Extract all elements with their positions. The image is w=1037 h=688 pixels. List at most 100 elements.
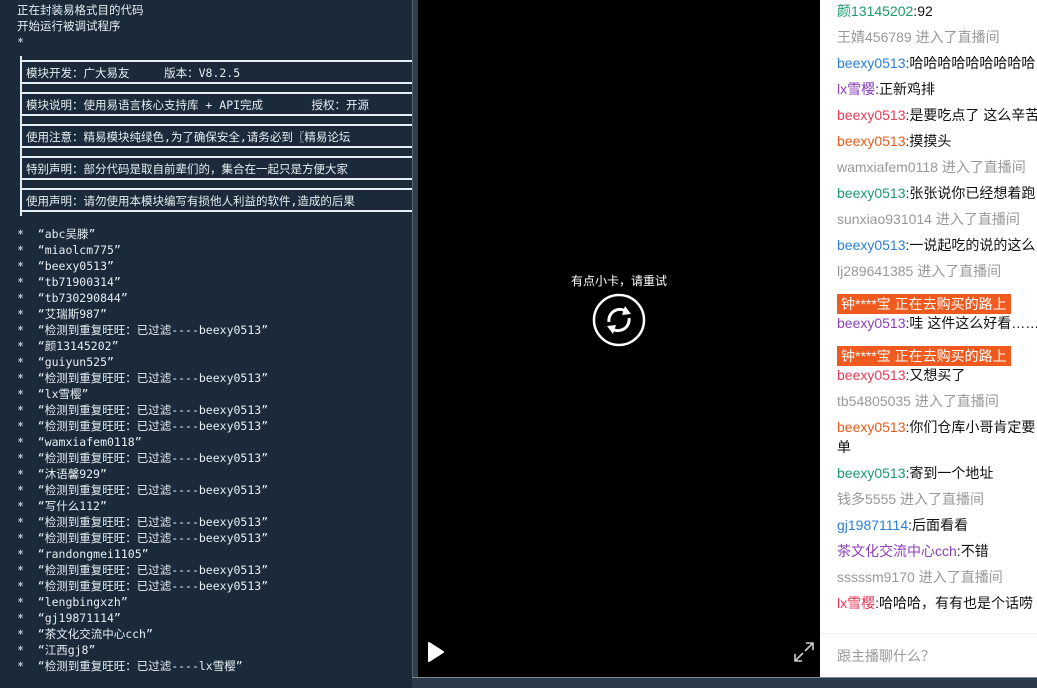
purchase-notice: 钟****宝 正在去购买的路上: [837, 346, 1011, 366]
chat-username[interactable]: 茶文化交流中心cch: [837, 543, 957, 559]
console-info-box: 使用注意：精易模块纯绿色,为了确保安全,请务必到〖精易论坛: [20, 124, 412, 148]
console-log-line: * “检测到重复旺旺：已过滤----beexy0513”: [17, 563, 269, 577]
console-log-line: * “randongmei1105”: [17, 547, 149, 561]
console-header-line: 正在封装易格式目的代码: [17, 3, 144, 17]
chat-username[interactable]: lx雪樱: [837, 595, 875, 611]
console-log-line: * “检测到重复旺旺：已过滤----beexy0513”: [17, 483, 269, 497]
chat-username[interactable]: tb54805035: [837, 393, 911, 409]
chat-message: lj289641385 进入了直播间: [837, 261, 1037, 281]
chat-panel: 颜13145202:92 王婧456789 进入了直播间 beexy0513:哈哈哈…: [820, 0, 1037, 677]
chat-text: 后面看看: [912, 517, 968, 533]
play-icon[interactable]: [426, 640, 446, 664]
console-log-line: * “wamxiafem0118”: [17, 435, 142, 449]
chat-message: sssssm9170 进入了直播间: [837, 567, 1037, 587]
chat-text: 正新鸡排: [879, 81, 936, 97]
console-log-line: * “写什么112”: [17, 499, 107, 513]
chat-text: 进入了直播间: [914, 393, 999, 409]
reload-icon[interactable]: [591, 292, 647, 348]
chat-username[interactable]: sssssm9170: [837, 569, 915, 585]
chat-message: beexy0513:是要吃点了 这么辛苦: [837, 105, 1037, 125]
chat-username[interactable]: beexy0513: [837, 419, 906, 435]
console-log-line: * “gj19871114”: [17, 611, 121, 625]
chat-text: 进入了直播间: [915, 29, 1000, 45]
chat-username[interactable]: beexy0513: [837, 55, 906, 71]
console-log-line: * “lengbingxzh”: [17, 595, 128, 609]
stall-message: 有点小卡，请重试: [570, 274, 667, 288]
console-info-box: 使用声明：请勿使用本模块编写有损他人利益的软件,造成的后果: [20, 188, 412, 212]
chat-username[interactable]: beexy0513: [837, 367, 906, 383]
debug-console: 正在封装易格式目的代码 开始运行被调试程序 * 模块开发：广大易友 版本：V8.2.5…: [0, 0, 412, 688]
console-info-box: 模块开发：广大易友 版本：V8.2.5: [20, 60, 412, 84]
chat-message: beexy0513:你们仓库小哥肯定要单: [837, 417, 1037, 457]
chat-text: 又想买了: [909, 367, 966, 383]
chat-text: 进入了直播间: [918, 569, 1003, 585]
chat-username[interactable]: 钱多5555: [837, 491, 896, 507]
chat-message: beexy0513:摸摸头: [837, 131, 1037, 151]
chat-message: beexy0513:又想买了: [837, 365, 1037, 385]
chat-text: 一说起吃的说的这么: [909, 237, 1036, 253]
chat-input[interactable]: 跟主播聊什么？: [837, 646, 935, 666]
console-log-line: * “艾瑞斯987”: [17, 307, 107, 321]
chat-message: gj19871114:后面看看: [837, 515, 1037, 535]
console-info-text: 模块说明：使用易语言核心支持库 + API完成 授权：开源: [26, 98, 370, 112]
console-log-line: * “lx雪樱”: [17, 387, 89, 401]
console-log-line: * “颜13145202”: [17, 339, 119, 353]
console-info-box: 特别声明：部分代码是取自前辈们的，集合在一起只是方便大家: [20, 156, 412, 180]
chat-message: sunxiao931014 进入了直播间: [837, 209, 1037, 229]
chat-username[interactable]: lj289641385: [837, 263, 913, 279]
fullscreen-icon[interactable]: [792, 640, 816, 664]
chat-text: 张张说你已经想着跑: [909, 185, 1036, 201]
chat-username[interactable]: beexy0513: [837, 133, 906, 149]
console-log-line: * “检测到重复旺旺：已过滤----beexy0513”: [17, 371, 269, 385]
video-player[interactable]: 有点小卡，请重试: [418, 0, 820, 677]
chat-text: 哈哈哈，有有也是个话唠: [879, 595, 1034, 611]
window-bottom-strip: [412, 677, 1037, 688]
console-log-line: * “检测到重复旺旺：已过滤----beexy0513”: [17, 323, 269, 337]
console-log-line: * “检测到重复旺旺：已过滤----beexy0513”: [17, 403, 269, 417]
chat-message: beexy0513:哈哈哈哈哈哈哈哈哈: [837, 53, 1037, 73]
chat-username[interactable]: beexy0513: [837, 315, 906, 331]
chat-username[interactable]: 王婧456789: [837, 29, 912, 45]
console-log-line: * “检测到重复旺旺：已过滤----lx雪樱”: [17, 659, 243, 673]
chat-text: 是要吃点了 这么辛苦: [909, 107, 1037, 123]
chat-username[interactable]: beexy0513: [837, 465, 906, 481]
chat-message: beexy0513:寄到一个地址: [837, 463, 1037, 483]
console-log-line: * “检测到重复旺旺：已过滤----beexy0513”: [17, 419, 269, 433]
console-info-text: 使用声明：请勿使用本模块编写有损他人利益的软件,造成的后果: [26, 194, 355, 208]
console-log-line: * “beexy0513”: [17, 259, 114, 273]
chat-text: 进入了直播间: [900, 491, 985, 507]
chat-input-area[interactable]: 跟主播聊什么？: [820, 633, 1037, 677]
chat-text: 不错: [960, 543, 989, 559]
console-log-line: * “abc吴滕”: [17, 227, 96, 241]
chat-username[interactable]: gj19871114: [837, 517, 908, 533]
chat-username[interactable]: lx雪樱: [837, 81, 875, 97]
chat-message: 钱多5555 进入了直播间: [837, 489, 1037, 509]
console-info-text: 模块开发：广大易友 版本：V8.2.5: [26, 66, 241, 80]
console-log-line: * “tb71900314”: [17, 275, 121, 289]
chat-message: tb54805035 进入了直播间: [837, 391, 1037, 411]
console-log-line: * “guiyun525”: [17, 355, 114, 369]
chat-message: 颜13145202:92: [837, 1, 1037, 21]
chat-text: 进入了直播间: [917, 263, 1002, 279]
chat-username[interactable]: beexy0513: [837, 237, 906, 253]
chat-text: 摸摸头: [909, 133, 952, 149]
purchase-notice: 钟****宝 正在去购买的路上: [837, 294, 1011, 314]
console-info-text: 使用注意：精易模块纯绿色,为了确保安全,请务必到〖精易论坛: [26, 130, 351, 144]
console-log-line: * “茶文化交流中心cch”: [17, 627, 153, 641]
chat-message: beexy0513:哇 这件这么好看……: [837, 313, 1037, 333]
chat-username[interactable]: beexy0513: [837, 185, 906, 201]
chat-message: 茶文化交流中心cch:不错: [837, 541, 1037, 561]
chat-username[interactable]: wamxiafem0118: [837, 159, 938, 175]
console-log-line: * “miaolcm775”: [17, 243, 121, 257]
chat-username[interactable]: 颜13145202: [837, 3, 913, 19]
console-info-text: 特别声明：部分代码是取自前辈们的，集合在一起只是方便大家: [26, 162, 348, 176]
console-header-line: 开始运行被调试程序: [17, 19, 121, 33]
console-log-line: * “tb730290844”: [17, 291, 128, 305]
chat-message: wamxiafem0118 进入了直播间: [837, 157, 1037, 177]
chat-text: 进入了直播间: [935, 211, 1020, 227]
console-log-line: * “江西gj8”: [17, 643, 96, 657]
console-log-line: * “沐语馨929”: [17, 467, 107, 481]
chat-username[interactable]: sunxiao931014: [837, 211, 932, 227]
chat-message: lx雪樱:哈哈哈，有有也是个话唠: [837, 593, 1037, 613]
chat-username[interactable]: beexy0513: [837, 107, 906, 123]
